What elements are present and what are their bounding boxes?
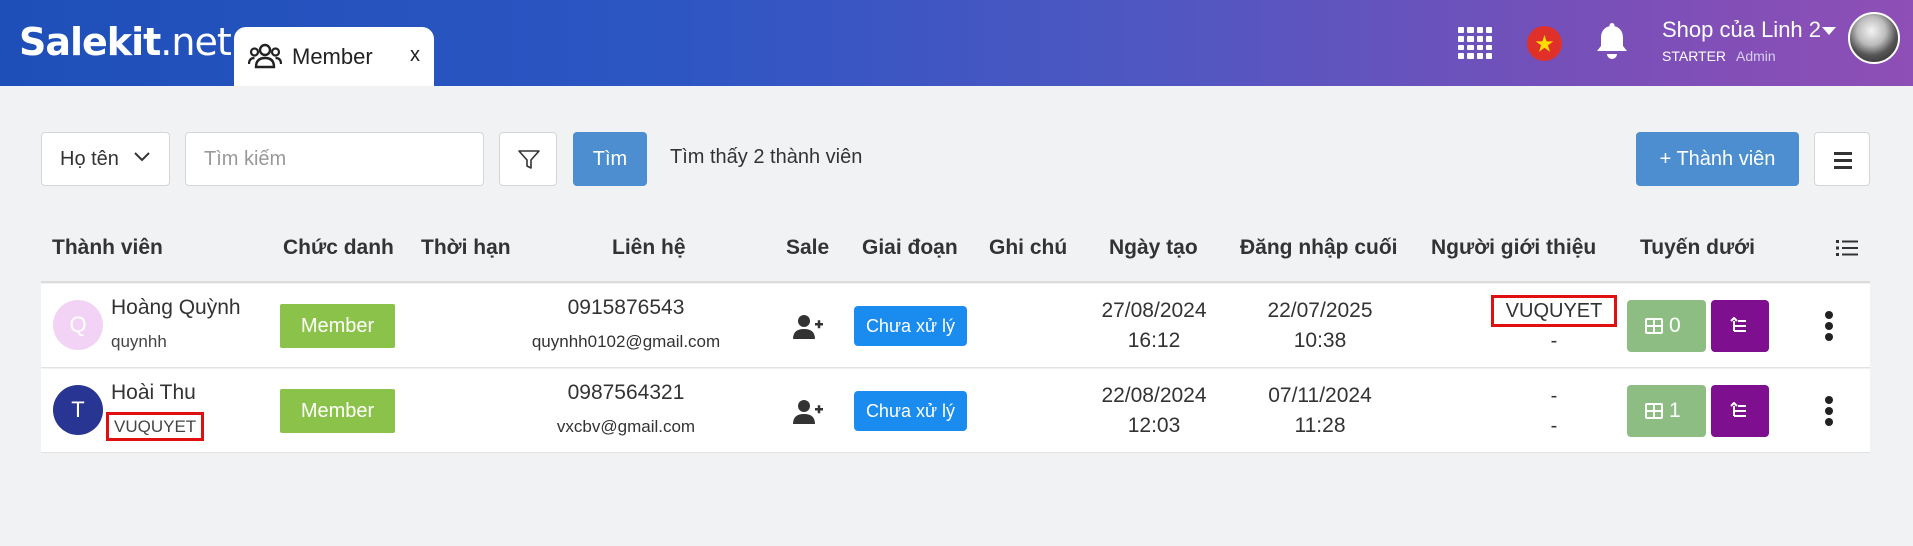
top-header: Salekit.net Member x Shop của Linh 2 STA… <box>0 0 1913 86</box>
more-actions-icon[interactable] <box>1825 396 1833 426</box>
created-time: 16:12 <box>1127 329 1181 352</box>
member-name[interactable]: Hoàng Quỳnh <box>111 296 241 320</box>
downline-count-button[interactable]: 1 <box>1627 385 1706 437</box>
col-referrer: Người giới thiệu <box>1431 236 1597 259</box>
col-member: Thành viên <box>52 236 163 259</box>
downline-tree-button[interactable] <box>1711 300 1769 352</box>
filter-icon <box>518 150 540 169</box>
created-date: 27/08/2024 <box>1101 299 1207 322</box>
created-time: 12:03 <box>1127 414 1181 437</box>
filter-button[interactable] <box>499 132 557 186</box>
stage-badge[interactable]: Chưa xử lý <box>854 306 967 346</box>
add-member-button[interactable]: + Thành viên <box>1636 132 1799 186</box>
plan-label: STARTER <box>1662 48 1727 64</box>
col-title: Chức danh <box>283 236 394 259</box>
col-created: Ngày tạo <box>1109 236 1198 259</box>
downline-count: 0 <box>1669 314 1681 337</box>
referrer-secondary: - <box>1550 415 1558 437</box>
referrer: VUQUYET <box>1454 295 1654 327</box>
table-row[interactable]: T Hoài Thu VUQUYET Member 0987564321 vxc… <box>41 369 1870 453</box>
referrer-highlight: VUQUYET <box>1490 295 1618 327</box>
downline-count: 1 <box>1669 399 1681 422</box>
col-stage: Giai đoạn <box>862 236 958 259</box>
tree-icon <box>1730 317 1746 332</box>
col-last-login: Đăng nhập cuối <box>1240 236 1398 259</box>
tab-member-label: Member <box>292 44 373 69</box>
table-icon <box>1645 403 1663 419</box>
phone: 0915876543 <box>567 296 685 319</box>
col-downline: Tuyến dưới <box>1640 236 1755 259</box>
users-icon <box>248 43 282 69</box>
username-highlight: VUQUYET <box>105 412 205 441</box>
chevron-down-icon <box>134 152 150 162</box>
shop-name[interactable]: Shop của Linh 2 <box>1662 17 1821 43</box>
email: quynhh0102@gmail.com <box>531 332 721 351</box>
table-header-divider <box>41 281 1870 283</box>
created-date: 22/08/2024 <box>1101 384 1207 407</box>
avatar: Q <box>53 300 103 350</box>
menu-button[interactable] <box>1814 132 1870 186</box>
member-username: quynhh <box>111 332 167 351</box>
referrer: - <box>1550 385 1558 407</box>
last-login-date: 22/07/2025 <box>1267 299 1373 322</box>
table-row[interactable]: Q Hoàng Quỳnh quynhh Member 0915876543 q… <box>41 284 1870 368</box>
table-icon <box>1645 318 1663 334</box>
stage-badge[interactable]: Chưa xử lý <box>854 391 967 431</box>
find-button[interactable]: Tìm <box>573 132 647 186</box>
role-badge: Member <box>280 304 395 348</box>
col-duration: Thời hạn <box>421 236 511 259</box>
member-name[interactable]: Hoài Thu <box>111 381 196 405</box>
more-actions-icon[interactable] <box>1825 311 1833 341</box>
last-login-date: 07/11/2024 <box>1268 384 1372 407</box>
col-note: Ghi chú <box>989 236 1068 259</box>
result-count: Tìm thấy 2 thành viên <box>670 146 863 168</box>
tree-icon <box>1730 402 1746 417</box>
role-label: Admin <box>1736 48 1776 64</box>
member-username: VUQUYET <box>105 412 205 441</box>
column-list-icon[interactable] <box>1836 238 1858 258</box>
avatar: T <box>53 385 103 435</box>
phone: 0987564321 <box>567 381 685 404</box>
last-login-time: 10:38 <box>1293 329 1347 352</box>
search-field-select[interactable]: Họ tên <box>41 132 170 186</box>
bell-icon[interactable] <box>1594 22 1630 62</box>
add-sale-user-icon[interactable] <box>793 399 823 425</box>
email: vxcbv@gmail.com <box>556 417 696 436</box>
referrer-secondary: - <box>1550 330 1558 352</box>
tab-member[interactable]: Member x <box>234 27 434 86</box>
search-field-select-label: Họ tên <box>60 148 119 170</box>
last-login-time: 11:28 <box>1294 414 1346 437</box>
downline-count-button[interactable]: 0 <box>1627 300 1706 352</box>
add-sale-user-icon[interactable] <box>793 314 823 340</box>
vietnam-flag-icon[interactable] <box>1527 26 1562 61</box>
role-badge: Member <box>280 389 395 433</box>
tab-close-button[interactable]: x <box>410 44 420 67</box>
apps-grid-icon[interactable] <box>1458 27 1492 59</box>
col-sale: Sale <box>786 236 830 259</box>
downline-tree-button[interactable] <box>1711 385 1769 437</box>
search-input[interactable] <box>185 132 484 186</box>
user-avatar[interactable] <box>1848 12 1900 64</box>
col-contact: Liên hệ <box>612 236 686 259</box>
salekit-logo[interactable]: Salekit.net <box>19 20 232 64</box>
chevron-down-icon[interactable] <box>1822 27 1836 35</box>
